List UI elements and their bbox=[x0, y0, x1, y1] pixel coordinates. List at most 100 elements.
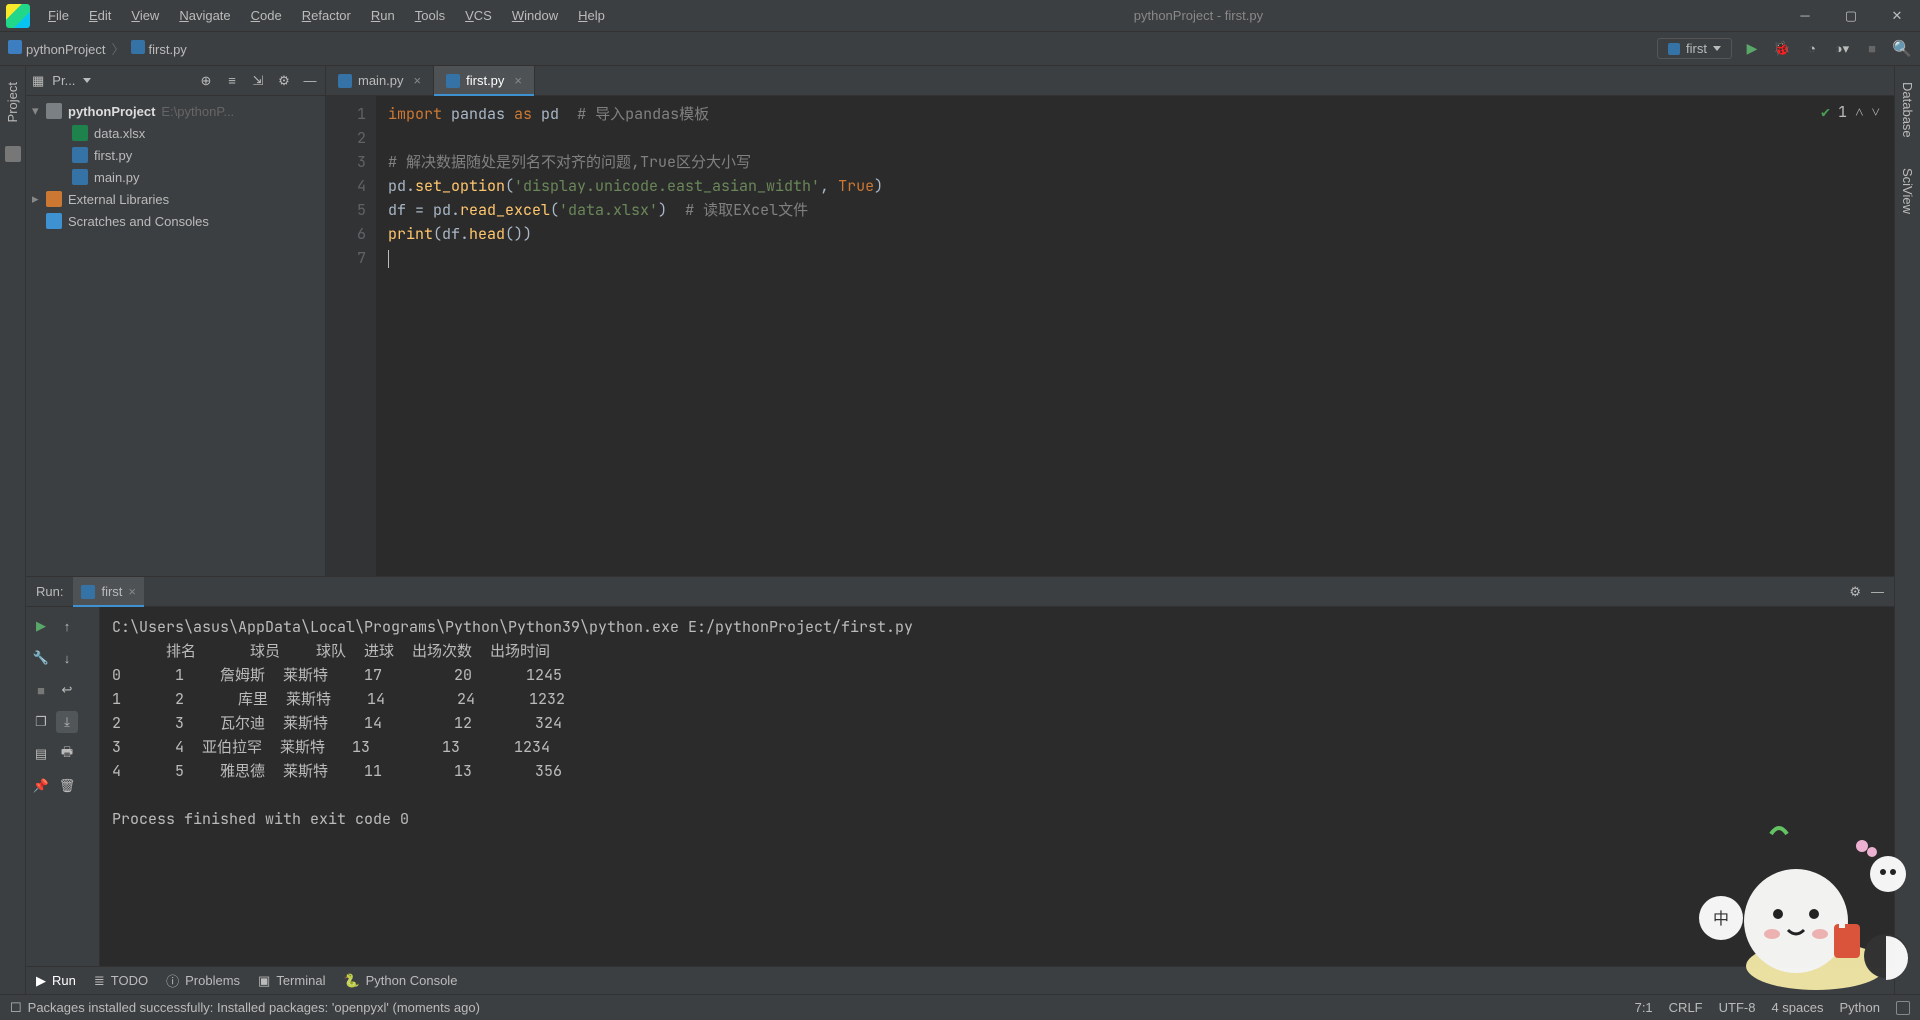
chevron-down-icon[interactable]: ▾ bbox=[32, 103, 46, 119]
chevron-down-icon[interactable]: ˅ bbox=[1872, 102, 1880, 122]
menu-code[interactable]: Code bbox=[241, 8, 292, 23]
run-config-selector[interactable]: first bbox=[1657, 38, 1732, 59]
console-output[interactable]: C:\Users\asus\AppData\Local\Programs\Pyt… bbox=[100, 607, 1894, 966]
bottom-tab-label: Run bbox=[52, 973, 76, 988]
project-tree: ▾ pythonProject E:\pythonP... data.xlsx f… bbox=[26, 96, 325, 236]
clear-all-button[interactable]: 🗑 bbox=[56, 775, 78, 797]
tree-root[interactable]: ▾ pythonProject E:\pythonP... bbox=[26, 100, 325, 122]
tab-label: first.py bbox=[466, 73, 504, 88]
line-separator[interactable]: CRLF bbox=[1669, 1000, 1703, 1015]
close-icon[interactable]: × bbox=[414, 73, 422, 88]
bookmarks-icon[interactable] bbox=[5, 146, 21, 162]
down-stack-button[interactable]: ↓ bbox=[56, 647, 78, 669]
editor-tab[interactable]: first.py × bbox=[434, 66, 535, 95]
interpreter-label[interactable]: Python bbox=[1840, 1000, 1880, 1015]
tree-file[interactable]: first.py bbox=[26, 144, 325, 166]
run-button[interactable]: ▶ bbox=[1742, 39, 1762, 59]
hide-panel-icon[interactable]: — bbox=[1871, 584, 1884, 599]
code-area[interactable]: import pandas as pd # 导入pandas模板 # 解决数据随… bbox=[376, 96, 883, 576]
profile-button[interactable]: ◑▾ bbox=[1832, 39, 1852, 59]
tree-file[interactable]: data.xlsx bbox=[26, 122, 325, 144]
scratch-icon bbox=[46, 213, 62, 229]
print-button[interactable]: 🖶 bbox=[56, 743, 78, 765]
python-file-icon bbox=[338, 74, 352, 88]
indent-setting[interactable]: 4 spaces bbox=[1771, 1000, 1823, 1015]
run-tab[interactable]: first × bbox=[73, 577, 144, 606]
menu-window[interactable]: Window bbox=[502, 8, 568, 23]
edit-config-button[interactable]: 🔧 bbox=[30, 647, 52, 669]
editor-inspections[interactable]: ✔ 1 ˄ ˅ bbox=[1821, 102, 1880, 122]
close-button[interactable]: ✕ bbox=[1874, 0, 1920, 32]
menu-edit[interactable]: Edit bbox=[79, 8, 121, 23]
todo-tool-button[interactable]: ≣TODO bbox=[94, 973, 148, 989]
project-view-label[interactable]: Pr... bbox=[52, 73, 75, 88]
python-console-tool-button[interactable]: 🐍Python Console bbox=[343, 973, 457, 989]
hide-panel-icon[interactable]: — bbox=[301, 73, 319, 88]
stop-button[interactable]: ■ bbox=[1862, 39, 1882, 59]
tree-item-label: data.xlsx bbox=[94, 126, 145, 141]
up-stack-button[interactable]: ↑ bbox=[56, 615, 78, 637]
python-file-icon bbox=[446, 74, 460, 88]
excel-file-icon bbox=[72, 125, 88, 141]
dump-threads-button[interactable]: ❐ bbox=[30, 711, 52, 733]
menu-run[interactable]: Run bbox=[361, 8, 405, 23]
stop-button[interactable]: ■ bbox=[30, 679, 52, 701]
menu-vcs[interactable]: VCS bbox=[455, 8, 502, 23]
settings-gear-icon[interactable]: ⚙ bbox=[1849, 584, 1861, 600]
chevron-right-icon[interactable]: ▸ bbox=[32, 191, 46, 207]
chevron-up-icon[interactable]: ˄ bbox=[1855, 102, 1863, 122]
lock-icon[interactable] bbox=[1896, 1001, 1910, 1015]
maximize-button[interactable]: ▢ bbox=[1828, 0, 1874, 32]
terminal-tool-button[interactable]: ▣Terminal bbox=[258, 973, 325, 989]
run-tool-button[interactable]: ▶Run bbox=[36, 973, 76, 989]
database-tool-tab[interactable]: Database bbox=[1900, 76, 1915, 144]
close-icon[interactable]: × bbox=[514, 73, 522, 88]
rerun-button[interactable]: ▶ bbox=[30, 615, 52, 637]
debug-button[interactable]: 🐞 bbox=[1772, 39, 1792, 59]
problems-tool-button[interactable]: ⓘProblems bbox=[166, 971, 240, 990]
menu-navigate[interactable]: Navigate bbox=[169, 8, 240, 23]
pin-button[interactable]: 📌 bbox=[30, 775, 52, 797]
bottom-tab-label: Terminal bbox=[276, 973, 325, 988]
tree-item-label: main.py bbox=[94, 170, 140, 185]
tree-external-libraries[interactable]: ▸ External Libraries bbox=[26, 188, 325, 210]
status-message[interactable]: ☐ Packages installed successfully: Insta… bbox=[10, 1000, 480, 1016]
tree-file[interactable]: main.py bbox=[26, 166, 325, 188]
expand-all-icon[interactable]: ≡ bbox=[223, 73, 241, 88]
run-tool-header: Run: first × ⚙ — bbox=[26, 577, 1894, 607]
scroll-to-end-button[interactable]: ⤓ bbox=[56, 711, 78, 733]
close-icon[interactable]: × bbox=[128, 584, 136, 599]
collapse-all-icon[interactable]: ⇲ bbox=[249, 73, 267, 89]
menu-file[interactable]: File bbox=[38, 8, 79, 23]
run-label: Run: bbox=[36, 584, 63, 599]
search-everywhere-button[interactable]: 🔍 bbox=[1892, 39, 1912, 59]
file-encoding[interactable]: UTF-8 bbox=[1719, 1000, 1756, 1015]
menu-tools[interactable]: Tools bbox=[405, 8, 455, 23]
menu-refactor[interactable]: Refactor bbox=[292, 8, 361, 23]
sciview-tool-tab[interactable]: SciView bbox=[1900, 162, 1915, 220]
breadcrumb-root[interactable]: pythonProject bbox=[8, 40, 106, 57]
python-icon: 🐍 bbox=[343, 973, 359, 989]
minimize-button[interactable]: ─ bbox=[1782, 0, 1828, 32]
editor-tab[interactable]: main.py× bbox=[326, 66, 434, 95]
bottom-tab-label: Problems bbox=[185, 973, 240, 988]
select-opened-file-icon[interactable]: ⊕ bbox=[197, 73, 215, 89]
project-view-icon: ▦ bbox=[32, 73, 44, 89]
chevron-down-icon[interactable] bbox=[83, 78, 91, 83]
coverage-button[interactable]: ◔ bbox=[1802, 39, 1822, 59]
breadcrumb-file[interactable]: first.py bbox=[131, 40, 187, 57]
python-file-icon bbox=[131, 40, 145, 54]
settings-gear-icon[interactable]: ⚙ bbox=[275, 73, 293, 89]
tree-item-label: Scratches and Consoles bbox=[68, 214, 209, 229]
menu-view[interactable]: View bbox=[121, 8, 169, 23]
soft-wrap-button[interactable]: ↩ bbox=[56, 679, 78, 701]
caret-position[interactable]: 7:1 bbox=[1635, 1000, 1653, 1015]
status-message-text: Packages installed successfully: Install… bbox=[28, 1000, 480, 1015]
menu-help[interactable]: Help bbox=[568, 8, 615, 23]
layout-button[interactable]: ▤ bbox=[30, 743, 52, 765]
run-toolbar: ▶ 🔧 ■ ❐ ▤ 📌 ↑ ↓ ↩ ⤓ 🖶 🗑 bbox=[26, 607, 100, 966]
editor-body[interactable]: 1234567 import pandas as pd # 导入pandas模板… bbox=[326, 96, 1894, 576]
tree-scratches[interactable]: Scratches and Consoles bbox=[26, 210, 325, 232]
python-file-icon bbox=[72, 169, 88, 185]
project-tool-tab[interactable]: Project bbox=[5, 76, 20, 128]
